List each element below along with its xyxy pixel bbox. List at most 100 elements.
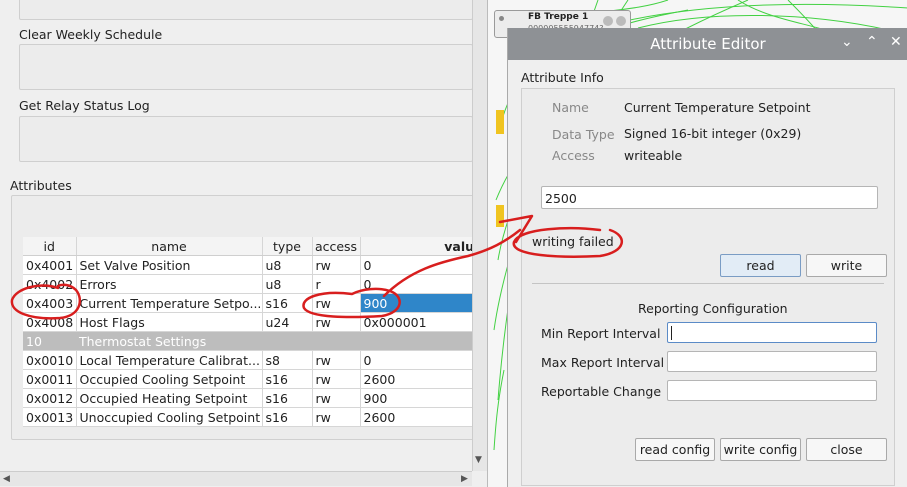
cell-access: rw (312, 255, 361, 275)
separator (532, 283, 884, 284)
top-empty-box (19, 0, 473, 20)
cell-type: s16 (262, 293, 313, 313)
cell-id: 0x4003 (23, 293, 77, 313)
node-status-icon (499, 16, 504, 21)
maximize-icon[interactable]: ⌃ (866, 34, 878, 50)
table-row[interactable]: 0x4001 Set Valve Position u8 rw 0 (23, 255, 484, 275)
cell-id: 0x4002 (23, 274, 77, 294)
table-row[interactable]: 0x4003 Current Temperature Setpo... s16 … (23, 293, 484, 313)
cell-value: 0 (360, 274, 484, 294)
scroll-right-arrow-icon[interactable]: ▶ (461, 474, 468, 484)
status-text: writing failed (532, 234, 614, 249)
reportable-change-input[interactable] (667, 380, 877, 401)
table-header: id name type access value (23, 237, 484, 256)
cell-id: 0x0011 (23, 369, 77, 389)
clear-weekly-box[interactable] (19, 44, 473, 90)
clear-weekly-label: Clear Weekly Schedule (19, 27, 163, 42)
scroll-down-arrow-icon[interactable]: ▼ (475, 455, 482, 465)
cell-name: Occupied Cooling Setpoint (76, 369, 263, 389)
cell-id: 0x4008 (23, 312, 77, 332)
reportable-change-label: Reportable Change (541, 384, 662, 399)
datatype-key: Data Type (552, 127, 615, 142)
col-name[interactable]: name (76, 237, 263, 256)
cell-name: Local Temperature Calibrat... (76, 350, 263, 370)
name-value: Current Temperature Setpoint (624, 100, 811, 115)
cell-access: rw (312, 369, 361, 389)
table-row[interactable]: 0x4002 Errors u8 r 0 (23, 274, 484, 294)
cell-access: rw (312, 388, 361, 408)
group-id: 10 (23, 331, 76, 351)
cell-name: Occupied Heating Setpoint (76, 388, 263, 408)
horizontal-scrollbar[interactable]: ◀ ▶ (0, 471, 472, 486)
value-input[interactable]: 2500 (541, 186, 878, 209)
cell-access: rw (312, 407, 361, 427)
col-type[interactable]: type (262, 237, 313, 256)
cell-id: 0x4001 (23, 255, 77, 275)
node-title: FB Treppe 1 (528, 12, 589, 22)
cell-type: s16 (262, 369, 313, 389)
cell-value: 2600 (360, 407, 484, 427)
reporting-title: Reporting Configuration (638, 301, 788, 316)
close-button[interactable]: close (806, 438, 887, 461)
read-config-button[interactable]: read config (635, 438, 715, 461)
cell-id: 0x0013 (23, 407, 77, 427)
attributes-label: Attributes (10, 178, 72, 193)
dialog-titlebar[interactable]: Attribute Editor ⌄ ⌃ ✕ (508, 28, 907, 60)
cell-id: 0x0010 (23, 350, 77, 370)
vertical-scrollbar[interactable]: ▼ (472, 0, 487, 471)
write-config-button[interactable]: write config (720, 438, 801, 461)
access-key: Access (552, 148, 595, 163)
group-name: Thermostat Settings (76, 331, 483, 351)
table-row[interactable]: 0x4008 Host Flags u24 rw 0x000001 (23, 312, 484, 332)
cell-type: u8 (262, 255, 313, 275)
cell-type: u8 (262, 274, 313, 294)
attributes-table: id name type access value 0x4001 Set Val… (23, 237, 484, 427)
table-row[interactable]: 0x0013 Unoccupied Cooling Setpoint s16 r… (23, 407, 484, 427)
cell-value-selected[interactable]: 900 (360, 293, 484, 313)
access-value: writeable (624, 148, 683, 163)
cell-id: 0x0012 (23, 388, 77, 408)
min-report-label: Min Report Interval (541, 326, 661, 341)
cell-access: rw (312, 350, 361, 370)
cell-name: Errors (76, 274, 263, 294)
cell-access: rw (312, 293, 361, 313)
max-report-input[interactable] (667, 351, 877, 372)
table-row[interactable]: 0x0011 Occupied Cooling Setpoint s16 rw … (23, 369, 484, 389)
cell-name: Host Flags (76, 312, 263, 332)
cell-name: Set Valve Position (76, 255, 263, 275)
cell-type: s16 (262, 388, 313, 408)
max-report-label: Max Report Interval (541, 355, 665, 370)
cell-value: 0x000001 (360, 312, 484, 332)
cell-access: r (312, 274, 361, 294)
write-button[interactable]: write (806, 254, 887, 277)
read-button[interactable]: read (720, 254, 801, 277)
table-row[interactable]: 0x0010 Local Temperature Calibrat... s8 … (23, 350, 484, 370)
scroll-left-arrow-icon[interactable]: ◀ (3, 474, 10, 484)
cell-type: u24 (262, 312, 313, 332)
cell-type: s8 (262, 350, 313, 370)
min-report-input[interactable] (667, 322, 877, 343)
name-key: Name (552, 100, 589, 115)
node-button-icon[interactable] (603, 16, 613, 26)
collapse-icon[interactable]: ⌄ (841, 34, 853, 50)
text-cursor (671, 326, 672, 340)
relay-log-box[interactable] (19, 116, 473, 162)
attribute-editor-dialog: Attribute Editor ⌄ ⌃ ✕ Attribute Info Na… (507, 28, 907, 487)
close-icon[interactable]: ✕ (890, 34, 902, 50)
cell-access: rw (312, 312, 361, 332)
cell-value: 900 (360, 388, 484, 408)
col-value[interactable]: value (360, 237, 484, 256)
left-panel: Clear Weekly Schedule Get Relay Status L… (0, 0, 484, 487)
col-id[interactable]: id (23, 237, 77, 256)
cell-name: Current Temperature Setpo... (76, 293, 263, 313)
cell-value: 2600 (360, 369, 484, 389)
table-group-row[interactable]: 10 Thermostat Settings (23, 331, 483, 351)
cell-value: 0 (360, 255, 484, 275)
col-access[interactable]: access (312, 237, 361, 256)
cell-type: s16 (262, 407, 313, 427)
table-row[interactable]: 0x0012 Occupied Heating Setpoint s16 rw … (23, 388, 484, 408)
datatype-value: Signed 16-bit integer (0x29) (624, 126, 802, 141)
relay-log-label: Get Relay Status Log (19, 98, 150, 113)
node-button-icon[interactable] (616, 16, 626, 26)
attribute-info-label: Attribute Info (521, 70, 604, 85)
